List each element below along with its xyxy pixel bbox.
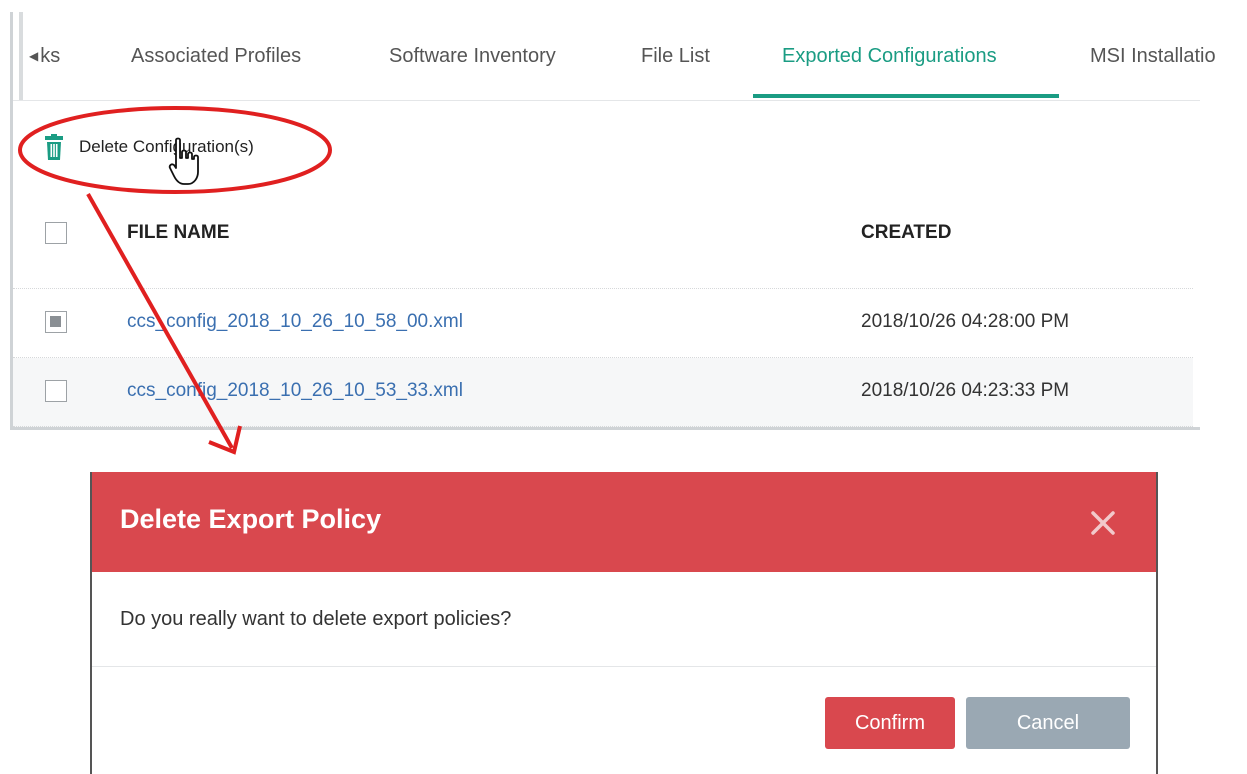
table-row: ccs_config_2018_10_26_10_53_33.xml 2018/… [13,358,1193,427]
file-name-link[interactable]: ccs_config_2018_10_26_10_58_00.xml [127,311,463,333]
trash-icon [45,134,63,160]
dialog-title: Delete Export Policy [120,504,382,534]
tab-exported-configurations[interactable]: Exported Configurations [782,12,997,100]
delete-configurations-button[interactable]: Delete Configuration(s) [45,130,254,164]
tab-software-inventory[interactable]: Software Inventory [389,12,556,100]
exported-configurations-table: FILE NAME CREATED ccs_config_2018_10_26_… [13,200,1193,427]
column-header-file-name[interactable]: FILE NAME [127,222,229,244]
dialog-body: Do you really want to delete export poli… [92,572,1156,667]
device-details-panel: ◀ ks Associated Profiles Software Invent… [10,12,1216,430]
chevron-left-icon[interactable]: ◀ [29,49,38,63]
tab-scroll-left[interactable]: ◀ ks [19,12,60,100]
table-row: ccs_config_2018_10_26_10_58_00.xml 2018/… [13,289,1193,358]
row-checkbox[interactable] [45,380,67,402]
select-all-checkbox[interactable] [45,222,67,244]
file-name-link[interactable]: ccs_config_2018_10_26_10_53_33.xml [127,380,463,402]
tab-bar: ◀ ks Associated Profiles Software Invent… [13,12,1216,101]
created-date: 2018/10/26 04:23:33 PM [861,380,1070,401]
column-header-created[interactable]: CREATED [861,222,951,244]
created-date: 2018/10/26 04:28:00 PM [861,311,1070,332]
delete-export-policy-dialog: Delete Export Policy Do you really want … [90,472,1158,774]
tab-partial-label: ks [40,44,61,67]
row-checkbox[interactable] [45,311,67,333]
close-icon[interactable] [1088,508,1118,538]
confirm-button[interactable]: Confirm [825,697,955,749]
tab-file-list[interactable]: File List [641,12,710,100]
active-tab-indicator [753,94,1059,98]
table-header-row: FILE NAME CREATED [13,198,1193,289]
delete-configurations-label: Delete Configuration(s) [79,137,254,156]
tab-msi-installation[interactable]: MSI Installatio [1090,12,1216,100]
dialog-message: Do you really want to delete export poli… [120,608,512,630]
cancel-button[interactable]: Cancel [966,697,1130,749]
tab-associated-profiles[interactable]: Associated Profiles [131,12,301,100]
dialog-header: Delete Export Policy [92,472,1156,572]
